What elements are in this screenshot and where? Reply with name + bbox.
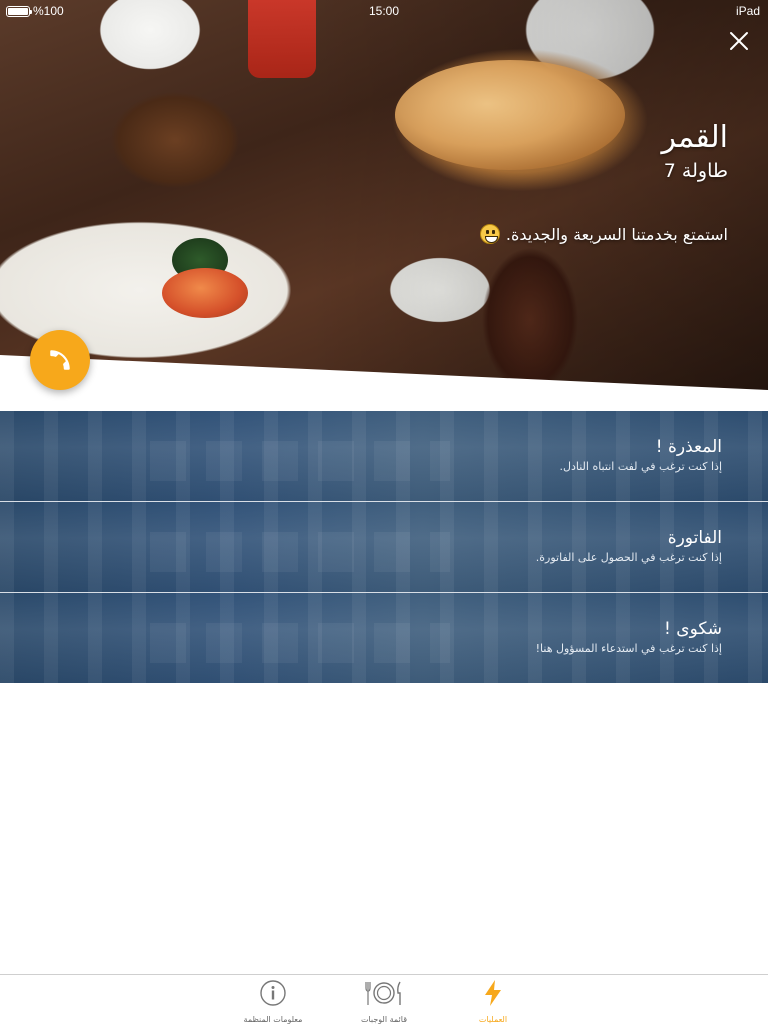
lightning-icon bbox=[485, 980, 501, 1006]
tab-org-info[interactable]: معلومات المنظمة bbox=[228, 979, 318, 1024]
info-icon bbox=[260, 980, 286, 1006]
close-icon bbox=[730, 32, 748, 50]
device-name: iPad bbox=[735, 4, 760, 18]
action-subtitle: إذا كنت ترغب في الحصول على الفاتورة. bbox=[535, 551, 722, 564]
status-time: 15:00 bbox=[368, 4, 400, 18]
action-subtitle: إذا كنت ترغب في استدعاء المسؤول هنا! bbox=[535, 642, 722, 655]
action-title: شكوى ! bbox=[664, 619, 722, 639]
pastry-bowl-decoration bbox=[395, 60, 625, 170]
background-pattern bbox=[150, 441, 450, 481]
action-complaint[interactable]: شكوى ! إذا كنت ترغب في استدعاء المسؤول ه… bbox=[0, 593, 768, 683]
venue-info: القمر طاولة 7 bbox=[661, 118, 728, 184]
status-bar: %100 15:00 iPad bbox=[0, 0, 768, 22]
close-button[interactable] bbox=[726, 28, 752, 54]
tab-operations-label: العمليات bbox=[478, 1015, 508, 1024]
action-text: شكوى ! إذا كنت ترغب في استدعاء المسؤول ه… bbox=[536, 617, 722, 657]
action-text: المعذرة ! إذا كنت ترغب في لفت انتباه الن… bbox=[559, 435, 722, 475]
tab-bar: معلومات المنظمة قائمة الوجبات العمليات bbox=[0, 974, 768, 1024]
action-bill[interactable]: الفاتورة إذا كنت ترغب في الحصول على الفا… bbox=[0, 502, 768, 593]
actions-list: المعذرة ! إذا كنت ترغب في لفت انتباه الن… bbox=[0, 411, 768, 683]
background-pattern bbox=[150, 532, 450, 572]
table-label: طاولة 7 bbox=[663, 160, 728, 182]
action-excuse-me[interactable]: المعذرة ! إذا كنت ترغب في لفت انتباه الن… bbox=[0, 411, 768, 502]
action-subtitle: إذا كنت ترغب في لفت انتباه النادل. bbox=[559, 460, 722, 473]
welcome-message: استمتع بخدمتنا السريعة والجديدة. bbox=[479, 224, 728, 244]
action-title: الفاتورة bbox=[667, 528, 722, 548]
welcome-text: استمتع بخدمتنا السريعة والجديدة. bbox=[505, 224, 728, 244]
tab-menu[interactable]: قائمة الوجبات bbox=[339, 979, 429, 1024]
call-waiter-button[interactable] bbox=[30, 330, 90, 390]
tomato-decoration bbox=[162, 268, 248, 318]
tab-org-info-label: معلومات المنظمة bbox=[243, 1015, 303, 1024]
action-title: المعذرة ! bbox=[655, 437, 722, 457]
hero-diagonal-cut bbox=[0, 355, 768, 400]
venue-name: القمر bbox=[661, 120, 728, 155]
background-pattern bbox=[150, 623, 450, 663]
smile-icon bbox=[479, 224, 500, 244]
action-text: الفاتورة إذا كنت ترغب في الحصول على الفا… bbox=[536, 526, 722, 566]
plate-cutlery-icon bbox=[365, 981, 401, 1005]
tab-menu-label: قائمة الوجبات bbox=[360, 1015, 408, 1024]
phone-icon bbox=[50, 350, 70, 370]
hero-image bbox=[0, 0, 768, 400]
tab-operations[interactable]: العمليات bbox=[448, 979, 538, 1024]
